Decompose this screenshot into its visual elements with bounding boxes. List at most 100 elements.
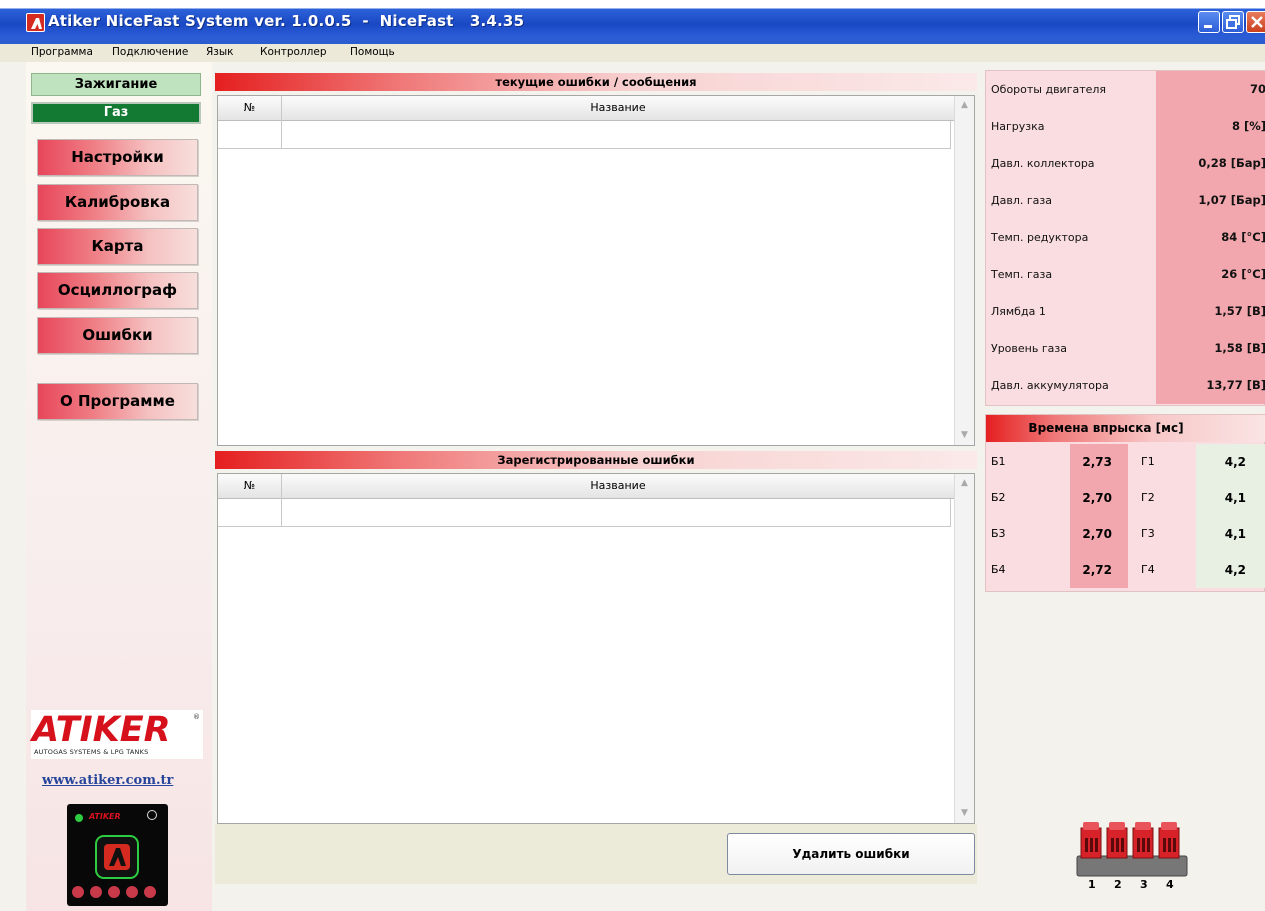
- gas-value: 4,2: [1224, 455, 1246, 469]
- menu-language[interactable]: Язык: [206, 46, 234, 58]
- menu-program[interactable]: Программа: [31, 46, 93, 58]
- injector-number: 3: [1140, 878, 1148, 891]
- injection-row: Б4 2,72 Г4 4,2: [986, 552, 1265, 588]
- petrol-value: 2,72: [1082, 563, 1112, 577]
- sensor-row-map: Давл. коллектора 0,28 [Бар]: [986, 145, 1265, 182]
- gas-label: Г2: [1141, 491, 1155, 504]
- minimize-button[interactable]: [1198, 11, 1220, 33]
- menu-help[interactable]: Помощь: [350, 46, 395, 58]
- status-led-icon: [75, 814, 83, 822]
- logo-registered-mark: ®: [193, 713, 200, 721]
- scroll-up-icon[interactable]: ▲: [958, 477, 971, 490]
- menu-bar: Программа Подключение Язык Контроллер По…: [0, 44, 1265, 62]
- injector-number: 2: [1114, 878, 1122, 891]
- injector-number: 4: [1166, 878, 1174, 891]
- petrol-label: Б4: [991, 563, 1006, 576]
- registered-errors-table[interactable]: № Название ▲ ▼: [217, 473, 975, 824]
- level-led-icon: [108, 886, 120, 898]
- settings-button[interactable]: Настройки: [37, 139, 198, 176]
- sensor-value: 0,28 [Бар]: [1198, 156, 1265, 170]
- website-link[interactable]: www.atiker.com.tr: [42, 773, 173, 788]
- sensor-label: Темп. газа: [991, 268, 1053, 281]
- scroll-down-icon[interactable]: ▼: [958, 429, 971, 442]
- level-led-icon: [144, 886, 156, 898]
- sensor-label: Темп. редуктора: [991, 231, 1089, 244]
- gas-label: Г4: [1141, 563, 1155, 576]
- table-header: № Название: [218, 96, 954, 121]
- sensor-value: 8 [%]: [1231, 119, 1265, 133]
- gas-switch-icon: [95, 835, 139, 879]
- sensor-label: Давл. газа: [991, 194, 1052, 207]
- petrol-label: Б1: [991, 455, 1006, 468]
- current-errors-title: текущие ошибки / сообщения: [215, 73, 977, 91]
- sensor-label: Давл. аккумулятора: [991, 379, 1109, 392]
- column-number[interactable]: №: [218, 96, 282, 121]
- logo-text: ATIKER: [32, 710, 171, 750]
- status-ignition: Зажигание: [31, 73, 201, 96]
- petrol-value: 2,73: [1082, 455, 1112, 469]
- injection-times-panel: Времена впрыска [мс] Б1 2,73 Г1 4,2 Б2 2…: [985, 414, 1265, 592]
- table-row[interactable]: [218, 121, 951, 149]
- power-icon: [147, 810, 157, 820]
- errors-button[interactable]: Ошибки: [37, 317, 198, 354]
- injection-row: Б1 2,73 Г1 4,2: [986, 444, 1265, 480]
- table-row[interactable]: [218, 499, 951, 527]
- scroll-up-icon[interactable]: ▲: [958, 99, 971, 112]
- injection-row: Б3 2,70 Г3 4,1: [986, 516, 1265, 552]
- petrol-label: Б3: [991, 527, 1006, 540]
- calibration-button[interactable]: Калибровка: [37, 184, 198, 221]
- table-cell: [218, 121, 282, 148]
- sensor-value: 1,57 [B]: [1214, 304, 1265, 318]
- petrol-value: 2,70: [1082, 491, 1112, 505]
- vertical-scrollbar[interactable]: ▲ ▼: [954, 96, 974, 445]
- sensor-value: 1,07 [Бар]: [1198, 193, 1265, 207]
- gas-label: Г3: [1141, 527, 1155, 540]
- close-button[interactable]: [1246, 11, 1265, 33]
- sensor-label: Лямбда 1: [991, 305, 1046, 318]
- gas-value: 4,2: [1224, 563, 1246, 577]
- petrol-label: Б2: [991, 491, 1006, 504]
- menu-controller[interactable]: Контроллер: [260, 46, 327, 58]
- controller-switch-image: ATIKER: [67, 804, 168, 906]
- gas-label: Г1: [1141, 455, 1155, 468]
- level-led-icon: [90, 886, 102, 898]
- atiker-logo: ATIKER ® AUTOGAS SYSTEMS & LPG TANKS: [31, 710, 203, 759]
- gas-value: 4,1: [1224, 527, 1246, 541]
- sensor-row-gas-pressure: Давл. газа 1,07 [Бар]: [986, 182, 1265, 219]
- window-title: Atiker NiceFast System ver. 1.0.0.5 - Ni…: [48, 12, 525, 30]
- injector-number: 1: [1088, 878, 1096, 891]
- logo-tagline: AUTOGAS SYSTEMS & LPG TANKS: [34, 748, 149, 756]
- sensor-row-gas-level: Уровень газа 1,58 [B]: [986, 330, 1265, 367]
- map-button[interactable]: Карта: [37, 228, 198, 265]
- current-errors-table[interactable]: № Название ▲ ▼: [217, 95, 975, 446]
- sensor-label: Обороты двигателя: [991, 83, 1107, 96]
- title-bar[interactable]: Atiker NiceFast System ver. 1.0.0.5 - Ni…: [0, 0, 1265, 44]
- sensor-value: 13,77 [B]: [1206, 378, 1265, 392]
- delete-errors-button[interactable]: Удалить ошибки: [727, 833, 975, 875]
- vertical-scrollbar[interactable]: ▲ ▼: [954, 474, 974, 823]
- scroll-down-icon[interactable]: ▼: [958, 807, 971, 820]
- oscilloscope-button[interactable]: Осциллограф: [37, 272, 198, 309]
- table-cell: [218, 499, 282, 526]
- level-led-icon: [72, 886, 84, 898]
- sensor-label: Уровень газа: [991, 342, 1067, 355]
- sensor-value: 70: [1249, 82, 1265, 96]
- sensor-value: 84 [°C]: [1221, 230, 1265, 244]
- menu-connection[interactable]: Подключение: [112, 46, 188, 58]
- restore-button[interactable]: [1222, 11, 1244, 33]
- injection-times-title: Времена впрыска [мс]: [986, 415, 1265, 442]
- sensor-row-battery: Давл. аккумулятора 13,77 [B]: [986, 367, 1265, 404]
- injection-row: Б2 2,70 Г2 4,1: [986, 480, 1265, 516]
- sensor-readings-panel: Обороты двигателя 70 Нагрузка 8 [%] Давл…: [985, 70, 1265, 406]
- app-logo-icon: [26, 13, 45, 32]
- column-name[interactable]: Название: [282, 474, 954, 499]
- sensor-row-lambda: Лямбда 1 1,57 [B]: [986, 293, 1265, 330]
- column-number[interactable]: №: [218, 474, 282, 499]
- sensor-row-load: Нагрузка 8 [%]: [986, 108, 1265, 145]
- sensor-row-rpm: Обороты двигателя 70: [986, 71, 1265, 108]
- column-name[interactable]: Название: [282, 96, 954, 121]
- sensor-value: 1,58 [B]: [1214, 341, 1265, 355]
- petrol-value: 2,70: [1082, 527, 1112, 541]
- sensor-value: 26 [°C]: [1221, 267, 1265, 281]
- about-button[interactable]: О Программе: [37, 383, 198, 420]
